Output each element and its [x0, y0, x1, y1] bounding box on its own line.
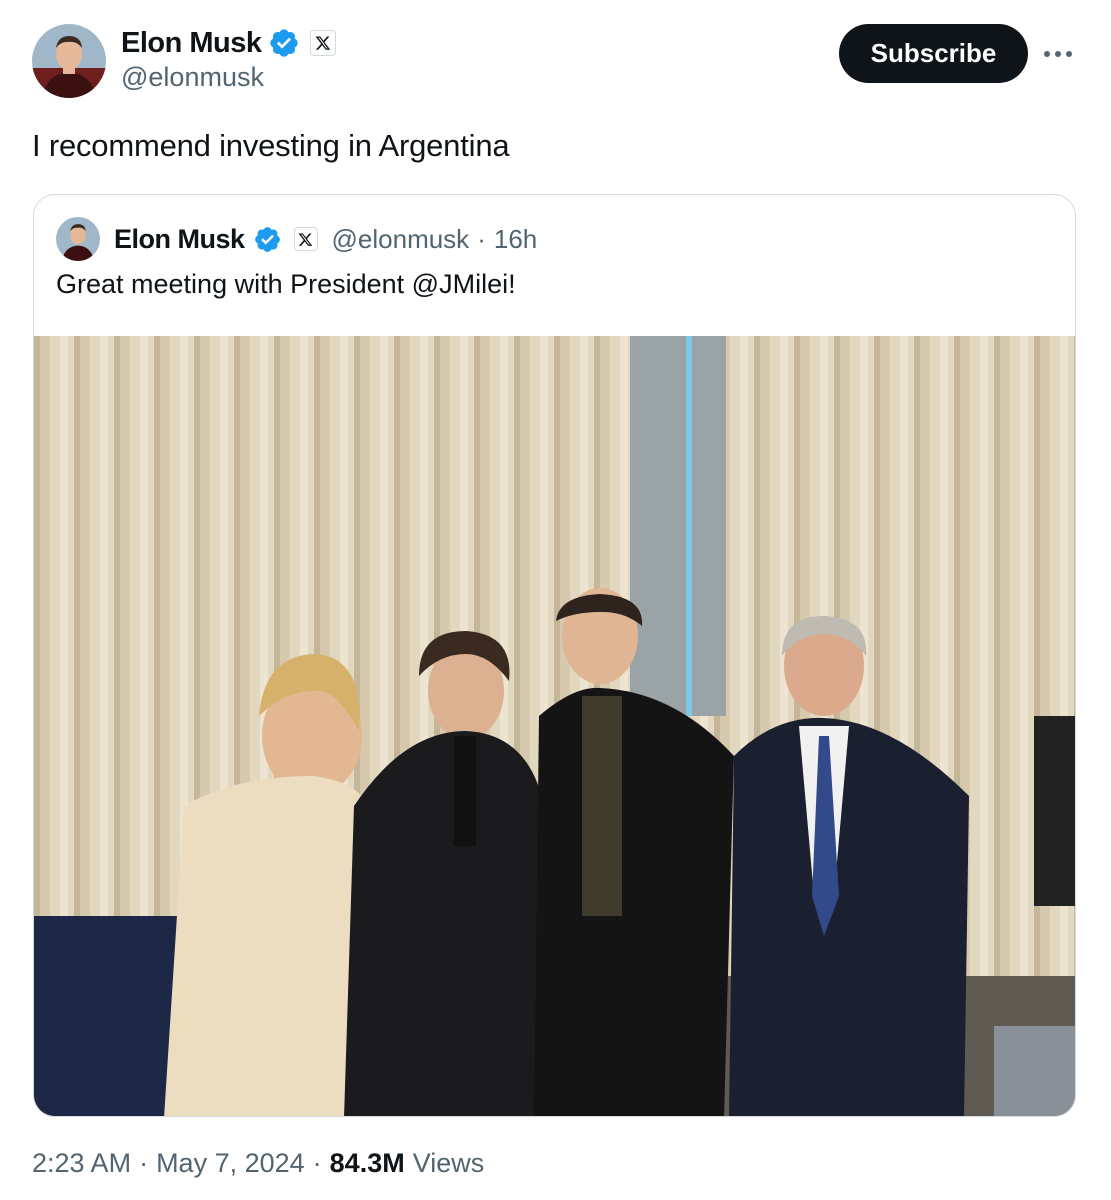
quoted-tweet[interactable]: Elon Musk @elonmusk · 16h Great meeting …	[33, 194, 1076, 1117]
quoted-author-name[interactable]: Elon Musk	[114, 224, 245, 255]
quoted-author-handle[interactable]: @elonmusk	[332, 224, 470, 255]
x-affiliate-icon	[293, 227, 318, 251]
meta-separator: ·	[477, 223, 486, 254]
author-avatar[interactable]	[32, 24, 106, 98]
author-name[interactable]: Elon Musk	[121, 27, 262, 60]
more-options-icon[interactable]	[1038, 34, 1078, 74]
quoted-timestamp[interactable]: 16h	[494, 224, 537, 255]
verified-badge-icon	[253, 225, 282, 254]
footer-separator: ·	[312, 1148, 322, 1178]
quoted-tweet-photo[interactable]	[34, 336, 1075, 1116]
tweet-card: Elon Musk @elonmusk Subscribe I recommen…	[0, 0, 1111, 1200]
quoted-tweet-text: Great meeting with President @JMilei!	[56, 269, 516, 299]
verified-badge-icon[interactable]	[268, 27, 300, 59]
quoted-author-avatar[interactable]	[56, 217, 100, 261]
post-date[interactable]: May 7, 2024	[156, 1148, 305, 1179]
author-handle[interactable]: @elonmusk	[121, 62, 264, 93]
subscribe-button[interactable]: Subscribe	[839, 24, 1028, 83]
footer-separator: ·	[139, 1148, 149, 1178]
views-label[interactable]: Views	[413, 1148, 485, 1179]
author-name-row: Elon Musk	[121, 24, 336, 62]
quoted-meta: @elonmusk · 16h	[332, 224, 538, 255]
post-time[interactable]: 2:23 AM	[32, 1148, 131, 1179]
tweet-text: I recommend investing in Argentina	[32, 128, 510, 163]
x-affiliate-icon[interactable]	[309, 30, 336, 56]
quoted-tweet-header: Elon Musk @elonmusk · 16h	[56, 217, 537, 261]
tweet-footer: 2:23 AM · May 7, 2024 · 84.3M Views	[32, 1148, 484, 1179]
views-count[interactable]: 84.3M	[330, 1148, 405, 1179]
